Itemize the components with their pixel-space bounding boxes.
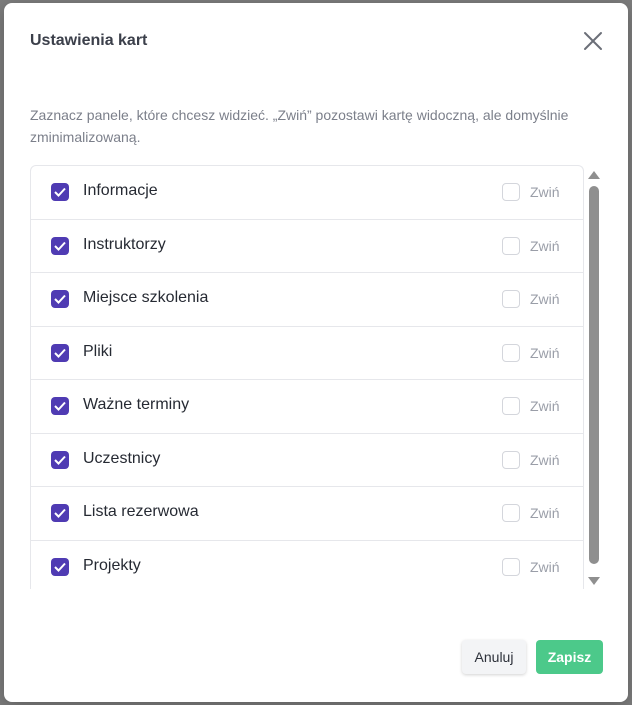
panel-row: Uczestnicy Zwiń [31,434,583,487]
scrollbar-thumb[interactable] [589,186,599,564]
checkmark-icon [54,187,66,197]
checkmark-icon [54,508,66,518]
collapse-checkbox[interactable] [502,557,520,576]
panel-visible-checkbox[interactable] [51,450,69,469]
collapse-checkbox[interactable] [502,397,520,415]
dialog-description: Zaznacz panele, które chcesz widzieć. „Z… [30,107,569,145]
collapse-checkbox[interactable] [502,290,520,308]
collapse-label: Zwiń [530,398,560,414]
checkmark-icon [54,562,66,572]
scroll-up-arrow-icon[interactable] [588,171,600,179]
panel-label: Informacje [83,182,158,199]
close-icon [584,32,602,50]
panel-row: Projekty Zwiń [31,541,583,590]
panel-visible-checkbox[interactable] [51,557,69,576]
panel-row: Instruktorzy Zwiń [31,220,583,273]
checkmark-icon [54,294,66,304]
panel-visible-checkbox[interactable] [51,183,69,201]
panel-label: Lista rezerwowa [83,503,199,520]
panel-row: Ważne terminy Zwiń [31,380,583,434]
collapse-label: Zwiń [530,237,560,254]
dialog-title: Ustawienia kart [30,32,148,49]
collapse-label: Zwiń [530,344,560,361]
close-button[interactable] [580,28,606,54]
panel-visible-checkbox[interactable] [51,397,69,415]
panel-visible-checkbox[interactable] [51,504,69,522]
checkmark-icon [54,348,66,358]
panel-label: Projekty [83,556,141,574]
cancel-button[interactable]: Anuluj [462,640,526,674]
panel-visible-checkbox[interactable] [51,290,69,308]
panel-label: Miejsce szkolenia [83,289,209,306]
scrollbar[interactable] [588,171,600,589]
collapse-label: Zwiń [530,505,560,521]
panel-list: Informacje Zwiń Instruktorzy Zwiń Miejsc… [30,165,584,589]
collapse-checkbox[interactable] [502,450,520,469]
collapse-checkbox[interactable] [502,504,520,522]
checkmark-icon [54,455,66,465]
panel-visible-checkbox[interactable] [51,236,69,255]
collapse-label: Zwiń [530,558,560,575]
scroll-down-arrow-icon[interactable] [588,577,600,585]
collapse-label: Zwiń [530,451,560,468]
panel-label: Uczestnicy [83,449,161,467]
collapse-checkbox[interactable] [502,183,520,201]
panel-row: Pliki Zwiń [31,327,583,380]
checkmark-icon [54,401,66,411]
panel-label: Pliki [83,342,113,360]
panel-visible-checkbox[interactable] [51,343,69,362]
checkmark-icon [54,241,66,251]
collapse-label: Zwiń [530,184,560,200]
collapse-label: Zwiń [530,291,560,307]
panel-row: Informacje Zwiń [31,166,583,220]
collapse-checkbox[interactable] [502,343,520,362]
panel-label: Instruktorzy [83,235,166,253]
save-button[interactable]: Zapisz [536,640,603,674]
card-settings-dialog: Ustawienia kart Zaznacz panele, które ch… [4,3,628,702]
collapse-checkbox[interactable] [502,236,520,255]
panel-row: Miejsce szkolenia Zwiń [31,273,583,327]
panel-row: Lista rezerwowa Zwiń [31,487,583,541]
panel-label: Ważne terminy [83,396,190,413]
